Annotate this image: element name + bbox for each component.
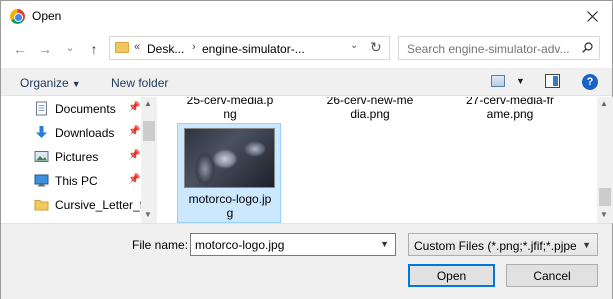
file-name-line: 25-cerv-media.p bbox=[186, 97, 274, 107]
close-icon bbox=[586, 10, 598, 22]
file-name-line: dia.png bbox=[350, 107, 390, 121]
file-list: 25-cerv-media.p ng 26-cerv-new-me dia.pn… bbox=[157, 97, 597, 223]
scroll-down-icon[interactable]: ▼ bbox=[144, 210, 152, 219]
breadcrumb-separator-icon[interactable]: › bbox=[192, 41, 196, 53]
help-icon[interactable]: ? bbox=[582, 74, 598, 90]
scroll-up-icon[interactable]: ▲ bbox=[144, 99, 152, 108]
file-name-line: ng bbox=[223, 107, 237, 121]
forward-button[interactable]: → bbox=[34, 39, 56, 59]
file-name-line: motorco-logo.jp bbox=[188, 192, 272, 206]
scrollbar-thumb[interactable] bbox=[143, 121, 155, 141]
open-dialog: Open ← → ⌄ ↑ « Desk... › engine-simulato… bbox=[0, 0, 613, 299]
sidebar-item-label: Cursive_Letter_fo bbox=[55, 198, 150, 212]
pictures-icon bbox=[34, 151, 49, 162]
file-name-line: 27-cerv-media-fr bbox=[465, 97, 555, 107]
window-title: Open bbox=[32, 9, 62, 23]
sidebar-item-downloads[interactable]: Downloads 📌 bbox=[1, 121, 141, 145]
scroll-up-icon[interactable]: ▲ bbox=[600, 99, 608, 108]
file-item-25[interactable]: 25-cerv-media.p ng bbox=[165, 97, 295, 121]
pin-icon: 📌 bbox=[128, 174, 141, 185]
address-bar[interactable]: « Desk... › engine-simulator-... ⌄ ↻ bbox=[109, 36, 390, 60]
sidebar-scrollbar[interactable]: ▲ ▼ bbox=[141, 97, 157, 223]
sidebar-item-label: This PC bbox=[55, 174, 98, 188]
chevron-down-icon: ⌄ bbox=[65, 41, 75, 54]
folder-icon bbox=[34, 200, 49, 211]
back-arrow-icon: ← bbox=[13, 41, 27, 57]
documents-icon bbox=[36, 101, 47, 116]
sidebar-item-label: Pictures bbox=[55, 150, 99, 164]
search-input[interactable] bbox=[407, 42, 577, 56]
this-pc-icon bbox=[34, 174, 49, 187]
view-caret-icon[interactable]: ▼ bbox=[516, 76, 525, 86]
sidebar-item-label: Downloads bbox=[55, 126, 115, 140]
open-button[interactable]: Open bbox=[408, 264, 495, 287]
back-button[interactable]: ← bbox=[9, 39, 31, 59]
organize-label: Organize bbox=[20, 76, 69, 90]
sidebar-item-this-pc[interactable]: This PC 📌 bbox=[1, 169, 141, 193]
close-button[interactable] bbox=[572, 1, 612, 31]
chevron-down-icon[interactable]: ▼ bbox=[380, 239, 389, 249]
up-arrow-icon: ↑ bbox=[90, 41, 98, 57]
file-name-line: 26-cerv-new-me bbox=[326, 97, 414, 107]
sidebar-item-label: Documents bbox=[55, 102, 116, 116]
title-bar: Open bbox=[1, 1, 612, 32]
pin-icon: 📌 bbox=[128, 126, 141, 137]
file-item-27[interactable]: 27-cerv-media-fr ame.png bbox=[445, 97, 575, 121]
organize-menu[interactable]: Organize ▼ bbox=[20, 76, 81, 90]
file-type-select[interactable]: Custom Files (*.png;*.jfif;*.pjpeg ▼ bbox=[408, 233, 598, 256]
file-item-selected[interactable]: motorco-logo.jp g bbox=[177, 123, 281, 223]
selected-file-name: motorco-logo.jp g bbox=[178, 192, 282, 220]
pin-icon: 📌 bbox=[128, 102, 141, 113]
view-options-icon[interactable] bbox=[491, 75, 505, 87]
forward-arrow-icon: → bbox=[38, 41, 52, 57]
address-dropdown-icon[interactable]: ⌄ bbox=[350, 40, 358, 51]
navigation-pane: Documents 📌 Downloads 📌 Pictures 📌 This … bbox=[1, 97, 157, 223]
sidebar-item-cursive-letter[interactable]: Cursive_Letter_fo bbox=[1, 193, 150, 217]
breadcrumb-desktop[interactable]: Desk... bbox=[147, 42, 184, 56]
file-name-field[interactable]: ▼ bbox=[190, 233, 396, 256]
up-button[interactable]: ↑ bbox=[83, 39, 105, 59]
command-toolbar: Organize ▼ New folder ▼ ? bbox=[1, 68, 612, 96]
organize-caret-icon: ▼ bbox=[71, 79, 81, 89]
refresh-icon[interactable]: ↻ bbox=[370, 39, 382, 56]
scroll-down-icon[interactable]: ▼ bbox=[600, 210, 608, 219]
recent-locations-button[interactable]: ⌄ bbox=[59, 37, 81, 57]
breadcrumb-current-folder[interactable]: engine-simulator-... bbox=[202, 42, 305, 56]
file-type-value: Custom Files (*.png;*.jfif;*.pjpeg bbox=[414, 239, 576, 253]
preview-pane-icon[interactable] bbox=[545, 74, 560, 88]
sidebar-item-pictures[interactable]: Pictures 📌 bbox=[1, 145, 141, 169]
file-name-input[interactable] bbox=[191, 234, 377, 255]
cancel-button[interactable]: Cancel bbox=[506, 264, 598, 287]
downloads-icon bbox=[36, 126, 47, 138]
image-thumbnail bbox=[184, 128, 275, 188]
scrollbar-thumb[interactable] bbox=[599, 188, 611, 206]
chrome-icon bbox=[10, 9, 25, 24]
file-name-line: g bbox=[226, 206, 234, 220]
file-name-label: File name: bbox=[132, 238, 189, 252]
overflow-chevron-icon[interactable]: « bbox=[134, 41, 140, 53]
new-folder-button[interactable]: New folder bbox=[111, 76, 168, 90]
search-box[interactable] bbox=[398, 36, 600, 60]
file-list-scrollbar[interactable]: ▲ ▼ bbox=[597, 97, 613, 223]
search-icon bbox=[582, 42, 593, 53]
chevron-down-icon: ▼ bbox=[582, 240, 591, 250]
folder-icon bbox=[115, 42, 129, 53]
sidebar-item-documents[interactable]: Documents 📌 bbox=[1, 97, 141, 121]
file-name-line: ame.png bbox=[486, 107, 534, 121]
pin-icon: 📌 bbox=[128, 150, 141, 161]
dialog-footer: File name: ▼ Custom Files (*.png;*.jfif;… bbox=[1, 223, 612, 299]
file-item-26[interactable]: 26-cerv-new-me dia.png bbox=[305, 97, 435, 121]
